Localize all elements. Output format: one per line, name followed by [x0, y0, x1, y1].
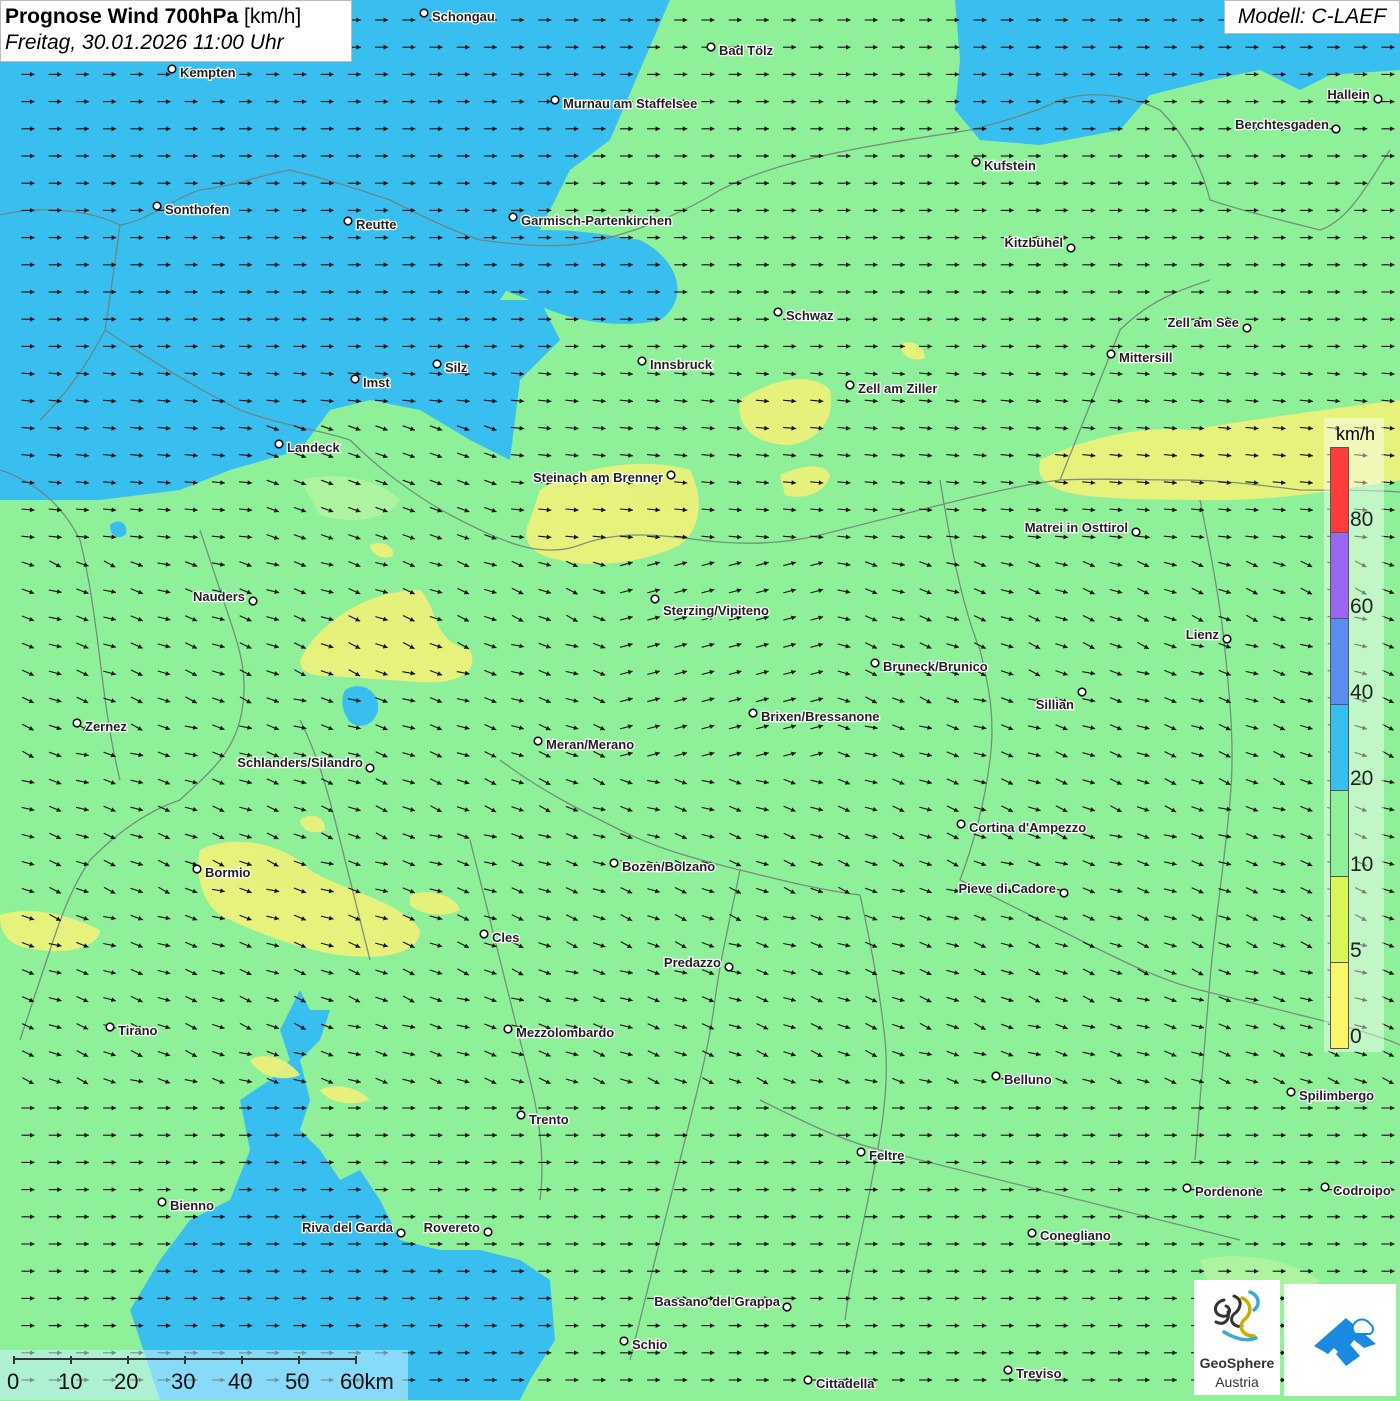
wind-map[interactable]: SchongauBad TölzKemptenMurnau am Staffel…: [0, 0, 1400, 1400]
